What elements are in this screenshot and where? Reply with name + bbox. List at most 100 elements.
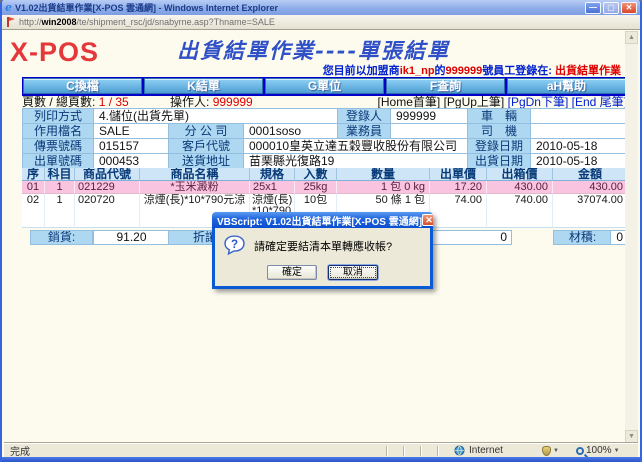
maximize-button[interactable]: ▢ [603,2,619,14]
order-header-form: 列印方式 4.儲位(出貨先單) 登錄人 999999 車 輛 作用檔名 SALE… [22,108,625,169]
delivery-address-value: 苗栗縣光復路19 [244,154,468,169]
key-home-first[interactable]: [Home首筆] [378,95,441,109]
voucher-no-value: 015157 [94,139,169,154]
zoom-caret-icon: ▼ [614,448,620,454]
col-amount: 金額 [553,168,625,181]
table-row-cell: 430.00 [487,181,553,194]
vertical-scrollbar[interactable]: ▲ ▼ [625,31,638,443]
voucher-no-label: 傳票號碼 [23,139,94,154]
filter-caret-icon: ▼ [553,448,559,454]
title-bar: e V1.02出貨結單作業[X-POS 雲通網] - Windows Inter… [2,0,640,15]
key-pgup-prev[interactable]: [PgUp上筆] [444,95,505,109]
question-icon: ? [224,235,245,256]
ie-logo-icon: e [5,2,12,13]
page-icon [6,17,15,27]
order-no-label: 出單號碼 [23,154,94,169]
zoom-level: 100% [586,445,612,456]
volume-label: 材積: [553,230,612,245]
login-date-value: 2010-05-18 [531,139,625,154]
print-mode-value: 4.儲位(出貨先單) [94,109,338,124]
ship-date-label: 出貨日期 [468,154,531,169]
ok-button[interactable]: 確定 [267,265,317,280]
col-units: 入數 [295,168,337,181]
status-done-text: 完成 [4,443,386,458]
table-row-cell: 37074.00 [553,194,625,228]
col-seq: 序 [22,168,45,181]
active-file-label: 作用檔名 [23,124,94,139]
login-status: 您目前以加盟商ik1_np的999999號員工登錄在: 出貨結單作業 [323,62,621,78]
driver-label: 司 機 [468,124,531,139]
scroll-down-icon[interactable]: ▼ [625,430,638,443]
address-bar[interactable]: http://win2008/te/shipment_rsc/jd/snabyr… [2,15,640,30]
operator-value: 999999 [213,95,253,109]
page-content: X-POS 出貨結單作業----單張結單 您目前以加盟商ik1_np的99999… [2,31,625,443]
customer-code-label: 客戶代號 [169,139,244,154]
status-bar: 完成 Internet ▼ 100% ▼ [4,443,638,457]
svg-text:?: ? [231,239,238,251]
tab-settle[interactable]: K結單 [144,78,263,94]
window-bottom-border [2,457,640,462]
zoom-control[interactable]: 100% ▼ [576,445,638,456]
phishing-filter-panel[interactable]: ▼ [542,446,576,456]
table-row-cell[interactable]: 02 [22,194,45,228]
ship-date-value: 2010-05-18 [531,154,625,169]
active-file-value: SALE [94,124,169,139]
order-no-value: 000453 [94,154,169,169]
tab-help[interactable]: aH幫助 [507,78,625,94]
zoom-magnifier-icon [576,447,584,455]
summary-mid-value: 0 [430,230,512,245]
close-button[interactable]: ✕ [621,2,637,14]
tab-change-file[interactable]: C換檔 [23,78,142,94]
table-row-cell: 25kg [295,181,337,194]
vehicle-value [531,109,625,124]
table-row-cell: 740.00 [487,194,553,228]
window-title: V1.02出貨結單作業[X-POS 雲通網] - Windows Interne… [15,1,582,14]
dialog-close-icon[interactable]: ✕ [422,214,433,226]
col-unit-price: 出單價 [430,168,487,181]
col-name: 商品名稱 [140,168,250,181]
table-row-cell[interactable]: 01 [22,181,45,194]
pages-value: 1 / 35 [99,95,129,109]
dialog-title: VBScript: V1.02出貨結單作業[X-POS 雲通網] [217,213,422,228]
tab-query[interactable]: F查詢 [386,78,505,94]
minimize-button[interactable]: — [585,2,601,14]
table-row-cell: 17.20 [430,181,487,194]
cancel-button[interactable]: 取消 [328,265,378,280]
dialog-message: 請確定要結清本單轉應收帳? [254,238,392,254]
login-person-value: 999999 [391,109,468,124]
table-row-cell: 1 [45,181,75,194]
table-row-cell: *玉米澱粉 [140,181,250,194]
url-text: http://win2008/te/shipment_rsc/jd/snabyr… [19,17,275,27]
table-row-cell: 020720 [75,194,140,228]
branch-label: 分 公 司 [169,124,244,139]
table-row-cell: 1 [45,194,75,228]
customer-code-value: 000010皇英立達五穀豐收股份有限公司 [244,139,468,154]
print-mode-label: 列印方式 [23,109,94,124]
tab-unit[interactable]: G單位 [265,78,384,94]
col-box-price: 出箱價 [487,168,553,181]
col-spec: 規格 [250,168,295,181]
col-qty: 數量 [337,168,430,181]
delivery-address-label: 送貨地址 [169,154,244,169]
dialog-body: ? 請確定要結清本單轉應收帳? 確定 取消 [212,228,433,289]
globe-icon [454,445,465,456]
table-row-cell: 25x1 [250,181,295,194]
salesman-value [391,124,468,139]
col-subject: 科目 [45,168,75,181]
salesman-label: 業務員 [338,124,391,139]
vehicle-label: 車 輛 [468,109,531,124]
zone-label: Internet [469,445,503,456]
browser-window: e V1.02出貨結單作業[X-POS 雲通網] - Windows Inter… [0,0,642,462]
operator-label: 操作人: [170,95,209,109]
key-pgdn-next[interactable]: [PgDn下筆] [508,95,569,109]
key-end-last[interactable]: [End 尾筆] [572,95,625,109]
security-zone-panel: Internet [454,445,542,456]
table-row-cell: 74.00 [430,194,487,228]
driver-value [531,124,625,139]
table-row-cell: 430.00 [553,181,625,194]
phishing-filter-icon [542,446,551,456]
pages-label: 頁數 / 總頁數: [22,95,95,109]
scroll-up-icon[interactable]: ▲ [625,31,638,44]
volume-value: 0 [610,230,625,245]
login-person-label: 登錄人 [338,109,391,124]
